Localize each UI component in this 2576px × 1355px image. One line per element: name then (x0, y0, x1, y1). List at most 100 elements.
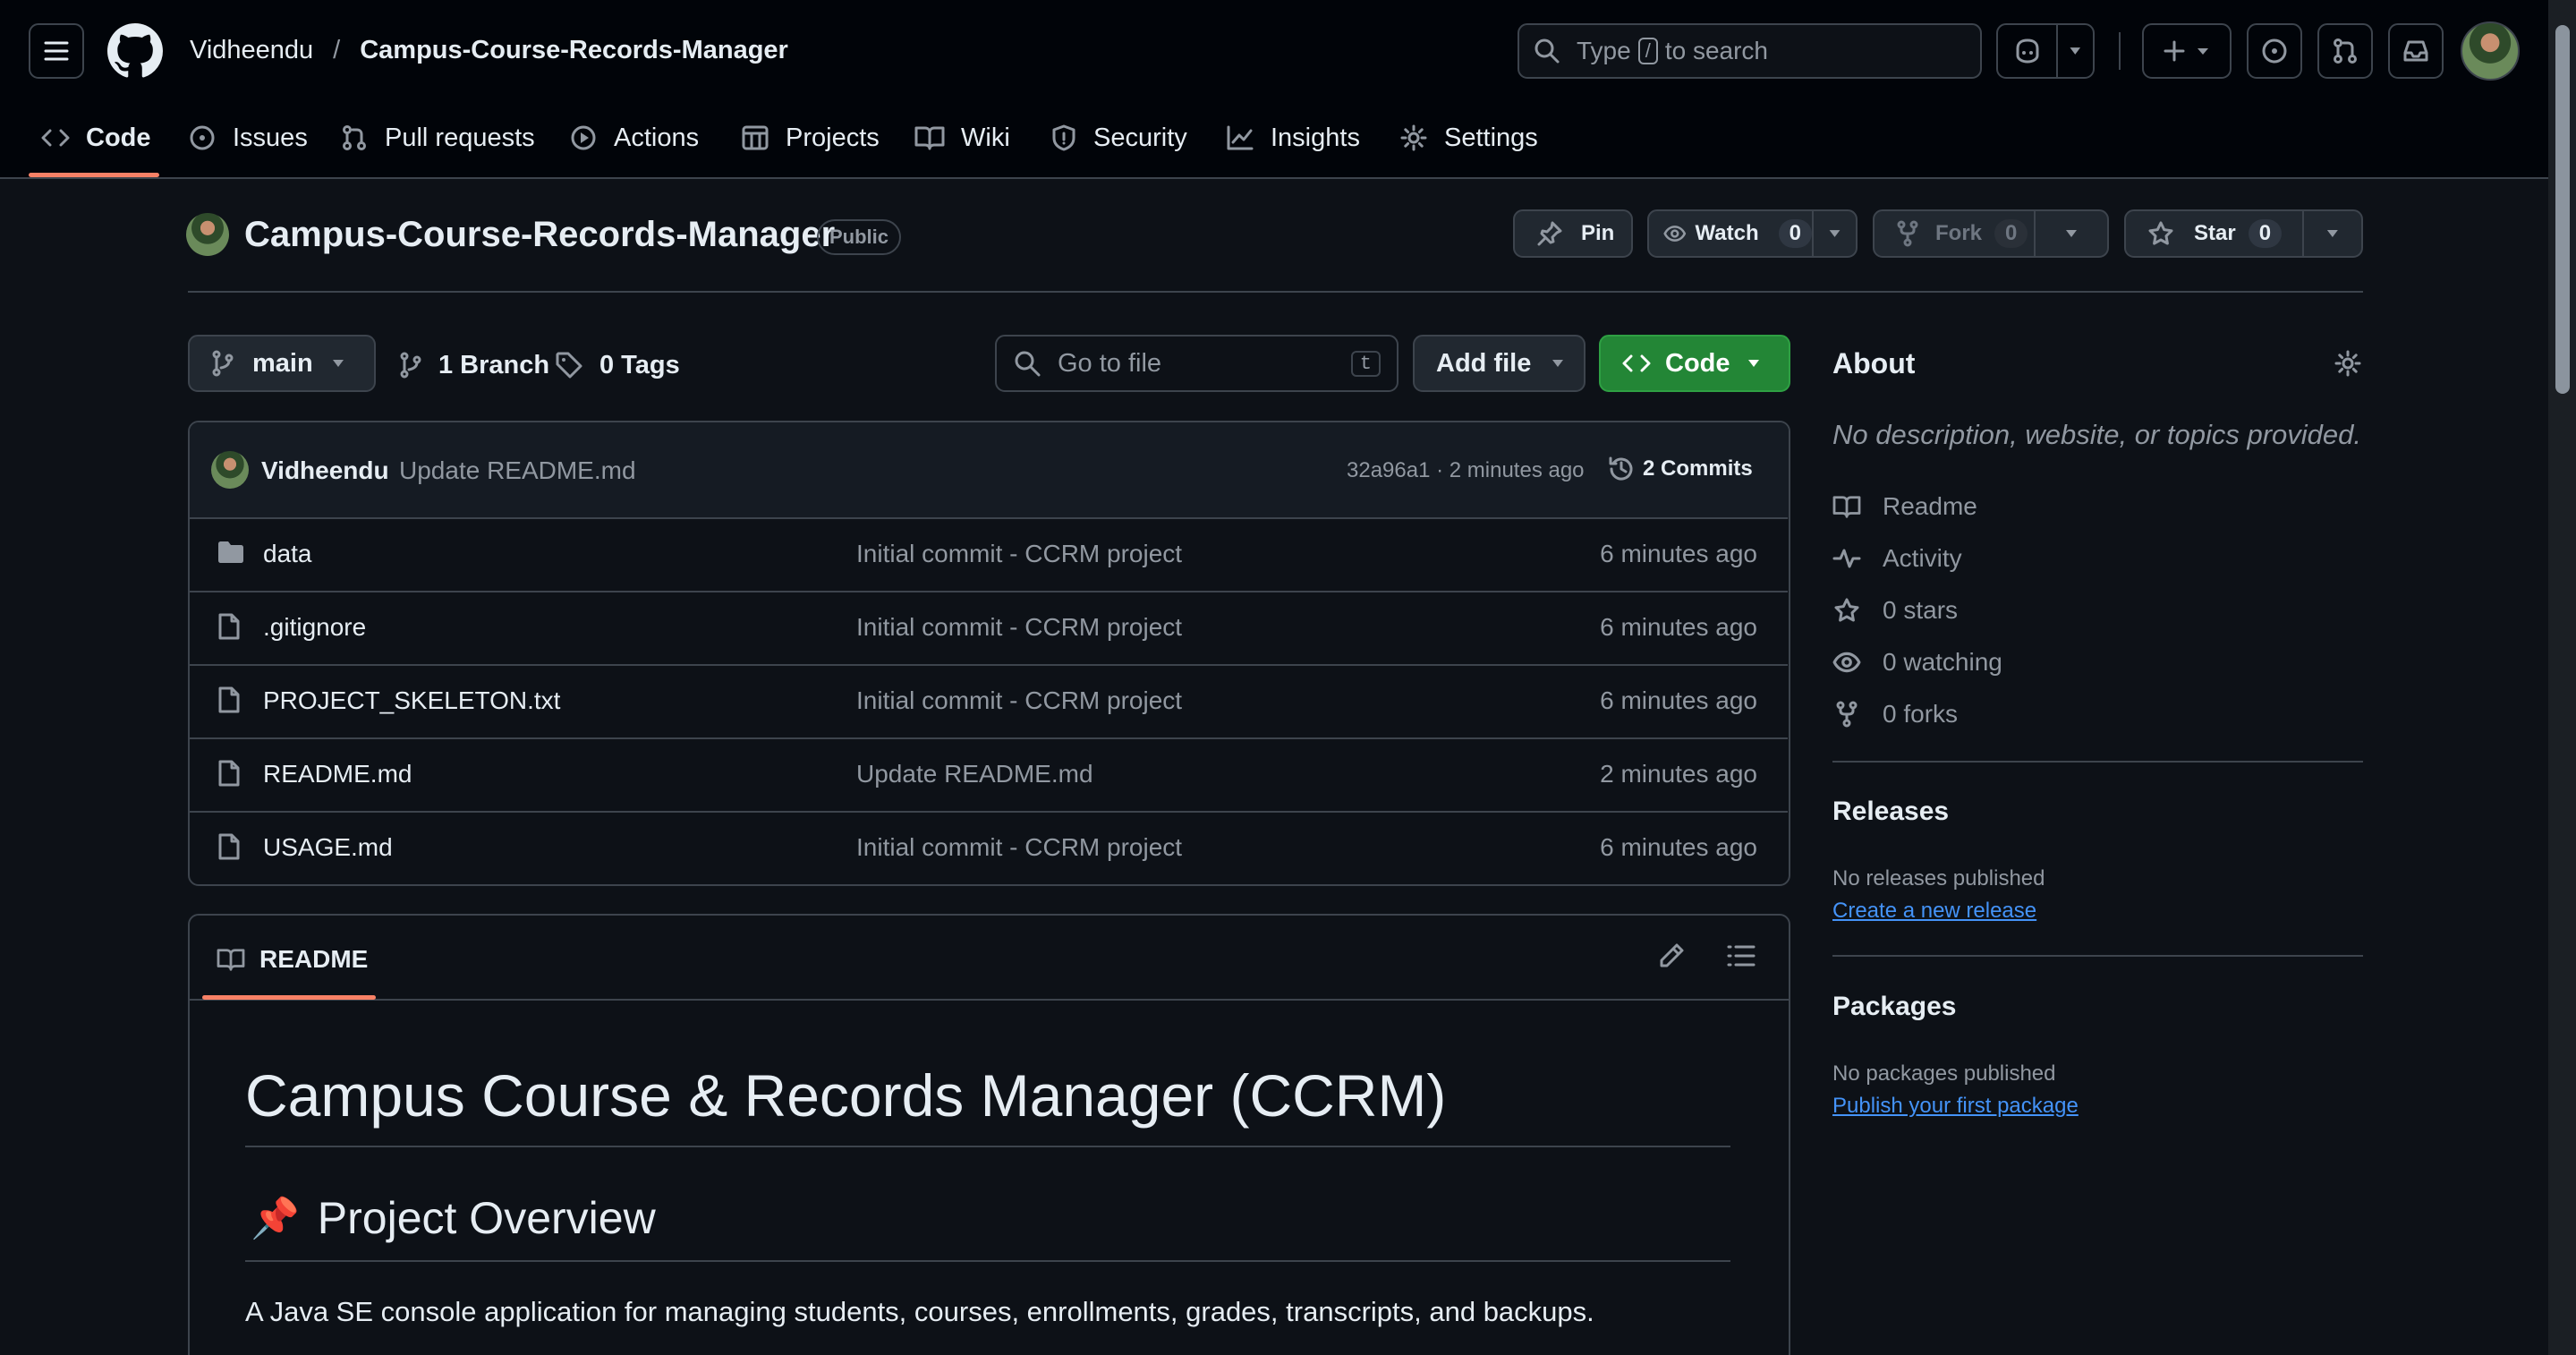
go-to-file-input[interactable]: Go to file t (995, 335, 1399, 392)
branches-link[interactable]: 1 Branch (399, 347, 549, 383)
pushpin-icon: 📌 (251, 1197, 300, 1240)
commit-message[interactable]: Update README.md (399, 456, 636, 485)
releases-empty-text: No releases published (1832, 866, 2045, 891)
add-file-button[interactable]: Add file (1413, 335, 1586, 392)
file-name[interactable]: PROJECT_SKELETON.txt (263, 686, 560, 715)
publish-package-link[interactable]: Publish your first package (1832, 1094, 2079, 1119)
table-icon (742, 125, 769, 150)
gear-icon (2334, 350, 2361, 377)
plus-icon (2164, 40, 2185, 62)
book-icon (914, 126, 945, 150)
branch-name: main (252, 348, 313, 378)
releases-title[interactable]: Releases (1832, 797, 1949, 827)
breadcrumb-separator: / (333, 36, 341, 64)
file-row[interactable]: .gitignore Initial commit - CCRM project 6… (190, 591, 1788, 664)
file-name[interactable]: USAGE.md (263, 833, 393, 862)
file-commit-message[interactable]: Initial commit - CCRM project (856, 833, 1182, 862)
inbox-button[interactable] (2388, 23, 2444, 79)
about-activity[interactable]: Activity (1832, 541, 1962, 576)
fork-button[interactable]: Fork 0 (1873, 209, 2109, 258)
gear-icon (1400, 124, 1427, 151)
file-commit-time: 2 minutes ago (1600, 760, 1757, 788)
repo-owner-avatar[interactable] (186, 213, 229, 256)
tab-actions[interactable]: Actions (569, 116, 699, 159)
file-commit-message[interactable]: Initial commit - CCRM project (856, 686, 1182, 715)
readme-tab[interactable]: README (217, 942, 368, 977)
file-name[interactable]: .gitignore (263, 613, 366, 642)
tab-wiki[interactable]: Wiki (914, 116, 1010, 159)
pulse-icon (1832, 549, 1861, 568)
github-mark-icon (107, 23, 163, 78)
breadcrumb-repo[interactable]: Campus-Course-Records-Manager (360, 36, 788, 65)
eye-icon (1663, 226, 1687, 242)
visibility-badge: Public (817, 219, 902, 255)
tab-projects[interactable]: Projects (741, 116, 880, 159)
edit-readme-button[interactable] (1657, 942, 1686, 970)
about-settings-button[interactable] (2334, 349, 2362, 378)
file-commit-message[interactable]: Initial commit - CCRM project (856, 540, 1182, 568)
chevron-down-icon (2198, 48, 2208, 55)
create-new-button[interactable] (2142, 23, 2232, 79)
file-row[interactable]: data Initial commit - CCRM project 6 minut… (190, 517, 1788, 591)
tab-settings[interactable]: Settings (1399, 116, 1538, 159)
file-row[interactable]: PROJECT_SKELETON.txt Initial commit - CCR… (190, 664, 1788, 737)
book-icon (217, 949, 245, 971)
code-icon (41, 129, 70, 147)
pin-button[interactable]: Pin (1513, 209, 1633, 258)
pin-label: Pin (1581, 221, 1615, 245)
file-commit-message[interactable]: Update README.md (856, 760, 1093, 788)
commits-link[interactable]: 2 Commits (1607, 453, 1753, 485)
chevron-down-icon (2327, 230, 2339, 237)
about-readme[interactable]: Readme (1832, 489, 1977, 524)
about-item-label: Readme (1883, 492, 1977, 520)
scrollbar-thumb[interactable] (2555, 25, 2570, 394)
tab-code[interactable]: Code (41, 116, 151, 159)
readme-h1-divider (245, 1146, 1730, 1147)
fork-count: 0 (1994, 219, 2028, 248)
tab-selected-underline (29, 173, 159, 177)
avatar[interactable] (2461, 21, 2520, 81)
eye-icon (1832, 652, 1861, 673)
watch-button[interactable]: Watch 0 (1647, 209, 1858, 258)
file-icon (218, 760, 240, 787)
tab-security[interactable]: Security (1050, 116, 1187, 159)
issues-button[interactable] (2247, 23, 2302, 79)
file-commit-message[interactable]: Initial commit - CCRM project (856, 613, 1182, 642)
tab-pull-requests[interactable]: Pull requests (340, 116, 535, 159)
file-commit-time: 6 minutes ago (1600, 833, 1757, 861)
create-release-link[interactable]: Create a new release (1832, 899, 2036, 924)
file-name[interactable]: README.md (263, 760, 412, 788)
file-row[interactable]: USAGE.md Initial commit - CCRM project 6 m… (190, 811, 1788, 882)
file-row[interactable]: README.md Update README.md 2 minutes ago (190, 737, 1788, 811)
about-stars[interactable]: 0 stars (1832, 592, 1958, 628)
tab-issues[interactable]: Issues (188, 116, 308, 159)
about-forks[interactable]: 0 forks (1832, 696, 1958, 732)
commit-author-avatar[interactable] (211, 451, 249, 489)
commit-sha-time[interactable]: 32a96a1 · 2 minutes ago (1347, 458, 1585, 483)
branch-selector[interactable]: main (188, 335, 376, 392)
copilot-button[interactable] (1996, 23, 2095, 79)
packages-title[interactable]: Packages (1832, 992, 1956, 1022)
readme-tab-label: README (259, 945, 369, 973)
commit-author[interactable]: Vidheendu (261, 456, 389, 485)
github-logo[interactable] (107, 23, 163, 79)
menu-button[interactable] (29, 23, 84, 79)
commits-count: 2 Commits (1643, 456, 1753, 481)
global-search-input[interactable]: Type / to search (1518, 23, 1982, 79)
readme-outline-button[interactable] (1727, 943, 1756, 968)
pull-request-icon (2334, 38, 2357, 64)
code-button[interactable]: Code (1599, 335, 1790, 392)
repo-title[interactable]: Campus-Course-Records-Manager (244, 215, 835, 255)
about-watching[interactable]: 0 watching (1832, 644, 2002, 680)
file-name[interactable]: data (263, 540, 312, 568)
pull-requests-button[interactable] (2317, 23, 2373, 79)
star-button[interactable]: Star 0 (2124, 209, 2363, 258)
global-header: Vidheendu / Campus-Course-Records-Manage… (0, 0, 2548, 179)
file-type-icon (217, 612, 242, 641)
tab-insights[interactable]: Insights (1226, 116, 1360, 159)
pencil-icon (1660, 943, 1684, 967)
breadcrumb-owner[interactable]: Vidheendu (190, 36, 313, 65)
tags-link[interactable]: 0 Tags (555, 347, 680, 383)
tab-label: Issues (233, 123, 308, 152)
readme-box (188, 914, 1790, 1355)
